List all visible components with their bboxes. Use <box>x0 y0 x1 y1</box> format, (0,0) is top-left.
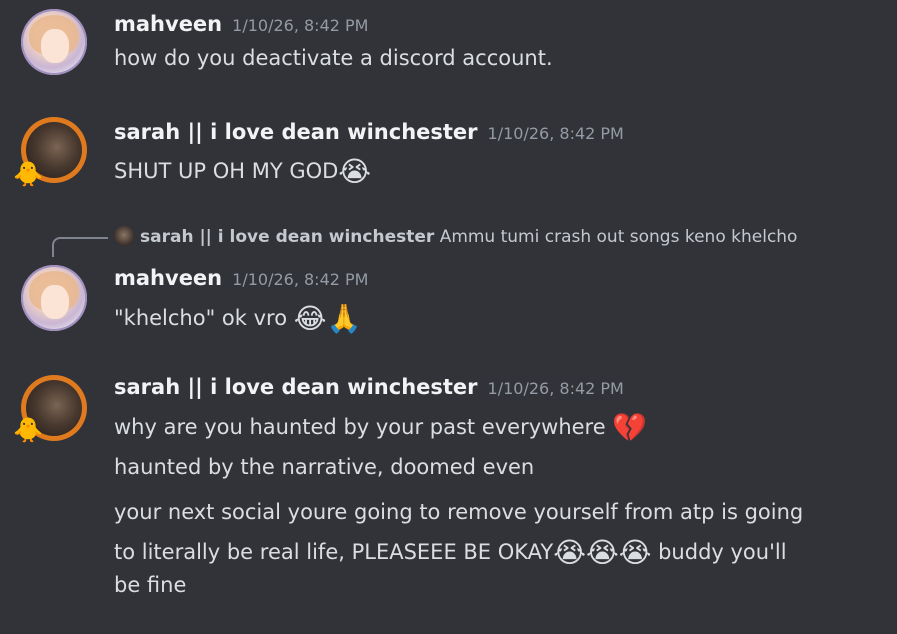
timestamp[interactable]: 1/10/26, 8:42 PM <box>488 124 624 143</box>
message-text: your next social youre going to remove y… <box>114 500 804 524</box>
loudly-crying-emoji-icon[interactable]: 😭 <box>553 536 586 569</box>
timestamp[interactable]: 1/10/26, 8:42 PM <box>232 270 368 289</box>
avatar-face <box>41 29 69 63</box>
reply-text[interactable]: Ammu tumi crash out songs keno khelcho <box>440 227 798 247</box>
loudly-crying-emoji-icon[interactable]: 😭 <box>586 536 619 569</box>
reply-avatar <box>114 226 134 246</box>
message-header: mahveen 1/10/26, 8:42 PM <box>114 12 368 36</box>
message-text: be fine <box>114 573 187 597</box>
avatar-face <box>41 285 69 319</box>
duck-decoration-icon: 🐥 <box>13 416 43 444</box>
message-header: mahveen 1/10/26, 8:42 PM <box>114 266 368 290</box>
reply-preview[interactable]: sarah || i love dean winchester Ammu tum… <box>114 226 797 247</box>
message-text: haunted by the narrative, doomed even <box>114 455 535 479</box>
avatar-mahveen[interactable] <box>21 9 87 75</box>
laughing-emoji-icon[interactable]: 😂 <box>294 302 327 335</box>
duck-decoration-icon: 🐥 <box>13 160 43 188</box>
timestamp[interactable]: 1/10/26, 8:42 PM <box>488 379 624 398</box>
author-name[interactable]: sarah || i love dean winchester <box>114 120 478 144</box>
message-header: sarah || i love dean winchester 1/10/26, … <box>114 120 624 144</box>
loudly-crying-emoji-icon[interactable]: 😭 <box>619 536 652 569</box>
message-header: sarah || i love dean winchester 1/10/26, … <box>114 375 624 399</box>
loudly-crying-emoji-icon[interactable]: 😭 <box>338 155 371 188</box>
message-line: SHUT UP OH MY GOD😭 <box>114 155 371 188</box>
author-name[interactable]: mahveen <box>114 266 222 290</box>
reply-author[interactable]: sarah || i love dean winchester <box>140 227 434 247</box>
message-text: buddy you'll <box>658 540 787 564</box>
message-text: why are you haunted by your past everywh… <box>114 415 606 439</box>
author-name[interactable]: sarah || i love dean winchester <box>114 375 478 399</box>
message-line: "khelcho" ok vro 😂🙏 <box>114 302 361 335</box>
praying-hands-emoji-icon[interactable]: 🙏 <box>326 302 361 335</box>
author-name[interactable]: mahveen <box>114 12 222 36</box>
timestamp[interactable]: 1/10/26, 8:42 PM <box>232 16 368 35</box>
broken-heart-emoji-icon[interactable]: 💔 <box>612 411 647 444</box>
message-line: why are you haunted by your past everywh… <box>114 411 647 444</box>
message-text: how do you deactivate a discord account. <box>114 46 553 70</box>
message-text: to literally be real life, PLEASEEE BE O… <box>114 540 554 564</box>
message-text: SHUT UP OH MY GOD <box>114 159 339 183</box>
reply-spine <box>52 237 108 257</box>
message-line: to literally be real life, PLEASEEE BE O… <box>114 536 787 569</box>
avatar-mahveen[interactable] <box>21 265 87 331</box>
message-text: "khelcho" ok vro <box>114 306 288 330</box>
